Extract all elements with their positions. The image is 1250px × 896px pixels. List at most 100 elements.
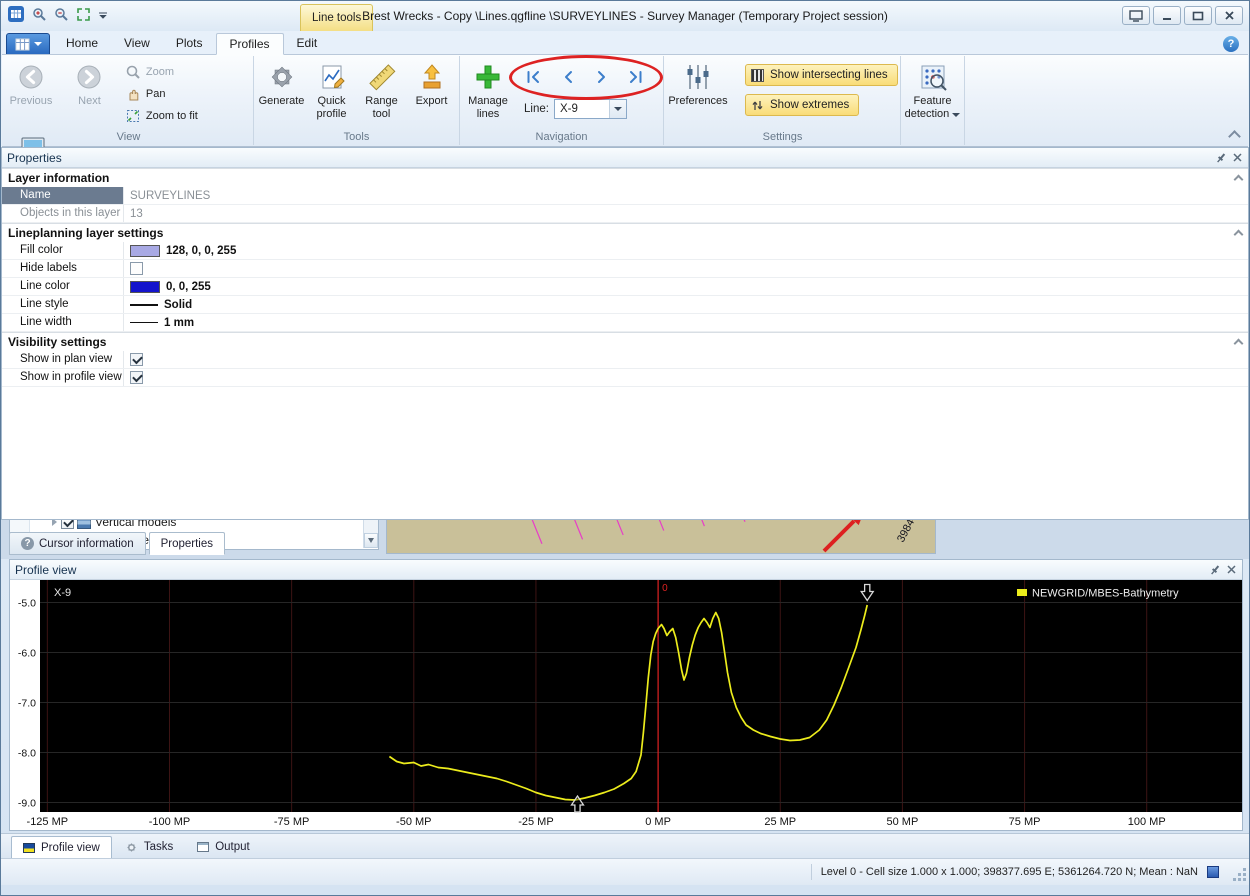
property-value[interactable]: SURVEYLINES xyxy=(124,187,1248,204)
next-button[interactable]: Next xyxy=(62,58,116,128)
property-value[interactable]: 1 mm xyxy=(124,314,1248,331)
property-row[interactable]: Line styleSolid xyxy=(2,296,1248,314)
next-line-button[interactable] xyxy=(588,64,615,89)
property-value[interactable] xyxy=(124,260,1248,277)
ruler-icon xyxy=(366,61,398,93)
property-row[interactable]: Fill color128, 0, 0, 255 xyxy=(2,242,1248,260)
previous-line-button[interactable] xyxy=(554,64,581,89)
toolbar-options-icon[interactable] xyxy=(98,9,108,19)
close-icon[interactable] xyxy=(1226,564,1237,575)
preferences-button[interactable]: Preferences xyxy=(665,58,731,128)
zoom-button[interactable]: Zoom xyxy=(121,62,203,81)
show-intersecting-lines-toggle[interactable]: Show intersecting lines xyxy=(745,64,898,86)
pan-label: Pan xyxy=(146,88,166,100)
tab-properties[interactable]: Properties xyxy=(149,532,225,555)
tab-edit[interactable]: Edit xyxy=(284,33,331,55)
properties-tab-label: Properties xyxy=(161,538,213,550)
property-row[interactable]: Line color0, 0, 255 xyxy=(2,278,1248,296)
pin-icon[interactable] xyxy=(1210,564,1221,576)
section-title: Lineplanning layer settings xyxy=(8,226,163,240)
maximize-button[interactable] xyxy=(1184,6,1212,25)
gear-icon xyxy=(266,61,298,93)
x-axis-tick-label: 50 MP xyxy=(887,816,919,828)
resize-grip[interactable] xyxy=(1232,867,1246,881)
property-row[interactable]: Show in profile view xyxy=(2,369,1248,387)
section-header[interactable]: Lineplanning layer settings xyxy=(2,223,1248,242)
pin-icon[interactable] xyxy=(1216,152,1227,164)
ribbon: Previous Next Zoom Pan xyxy=(2,54,1248,147)
property-value[interactable]: Solid xyxy=(124,296,1248,313)
minimize-button[interactable] xyxy=(1153,6,1181,25)
fit-view-icon[interactable] xyxy=(76,7,91,22)
tab-profiles[interactable]: Profiles xyxy=(216,33,284,55)
checkbox[interactable] xyxy=(130,353,143,366)
close-button[interactable] xyxy=(1215,6,1243,25)
property-label: Show in plan view xyxy=(2,351,124,368)
tab-output[interactable]: Output xyxy=(186,836,261,858)
chart-plot-area[interactable] xyxy=(40,580,1242,812)
line-combobox[interactable]: X-9 xyxy=(554,99,627,119)
show-extremes-toggle[interactable]: Show extremes xyxy=(745,94,859,116)
tasks-gear-icon xyxy=(125,841,138,854)
help-icon[interactable]: ? xyxy=(1223,36,1239,52)
tab-cursor-information[interactable]: ? Cursor information xyxy=(9,532,146,555)
properties-grid: Layer informationNameSURVEYLINESObjects … xyxy=(2,168,1248,387)
property-value[interactable]: 13 xyxy=(124,205,1248,222)
first-line-button[interactable] xyxy=(520,64,547,89)
group-label-navigation: Navigation xyxy=(460,131,663,143)
tab-tasks[interactable]: Tasks xyxy=(114,836,184,858)
ribbon-tab-row: Home View Plots Profiles Edit ? xyxy=(1,31,1249,55)
generate-button[interactable]: Generate xyxy=(257,58,307,128)
ribbon-collapse-icon[interactable] xyxy=(1228,130,1241,143)
presentation-mode-button[interactable] xyxy=(1122,6,1150,25)
property-value[interactable]: 128, 0, 0, 255 xyxy=(124,242,1248,259)
chevron-down-icon xyxy=(952,113,960,117)
tab-plots[interactable]: Plots xyxy=(163,33,216,55)
export-label: Export xyxy=(416,95,448,108)
contextual-tab-line-tools[interactable]: Line tools xyxy=(300,4,373,31)
sliders-icon xyxy=(682,61,714,93)
zoom-in-icon[interactable] xyxy=(32,7,47,22)
status-text: Level 0 - Cell size 1.000 x 1.000; 39837… xyxy=(821,866,1198,878)
property-row[interactable]: NameSURVEYLINES xyxy=(2,187,1248,205)
profile-view-icon xyxy=(23,843,35,853)
checkbox[interactable] xyxy=(130,262,143,275)
profile-chart[interactable]: 0-125 MP-100 MP-75 MP-50 MP-25 MP0 MP25 … xyxy=(10,580,1242,830)
tab-home[interactable]: Home xyxy=(53,33,111,55)
file-menu-button[interactable] xyxy=(6,33,50,55)
property-row[interactable]: Show in plan view xyxy=(2,351,1248,369)
quick-profile-button[interactable]: Quick profile xyxy=(307,58,357,128)
section-header[interactable]: Layer information xyxy=(2,168,1248,187)
output-window-icon xyxy=(197,842,209,852)
x-axis-tick-label: -75 MP xyxy=(274,816,309,828)
property-value[interactable] xyxy=(124,351,1248,368)
x-axis-tick-label: -25 MP xyxy=(518,816,553,828)
tab-profile-view[interactable]: Profile view xyxy=(11,836,112,858)
property-value[interactable] xyxy=(124,369,1248,386)
green-plus-icon xyxy=(472,61,504,93)
zoom-out-icon[interactable] xyxy=(54,7,69,22)
property-row[interactable]: Objects in this layer13 xyxy=(2,205,1248,223)
zoom-to-fit-button[interactable]: Zoom to fit xyxy=(121,106,203,125)
scroll-down-button[interactable] xyxy=(364,533,378,548)
tab-view[interactable]: View xyxy=(111,33,163,55)
checkbox[interactable] xyxy=(130,371,143,384)
feature-detection-button[interactable]: Feature detection xyxy=(902,58,964,128)
export-button[interactable]: Export xyxy=(407,58,457,128)
previous-button[interactable]: Previous xyxy=(4,58,58,128)
file-menu-arrow-icon xyxy=(34,42,42,46)
property-value[interactable]: 0, 0, 255 xyxy=(124,278,1248,295)
range-tool-button[interactable]: Range tool xyxy=(357,58,407,128)
last-line-button[interactable] xyxy=(622,64,649,89)
app-icon[interactable] xyxy=(7,5,25,23)
combobox-dropdown-button[interactable] xyxy=(609,100,626,118)
section-header[interactable]: Visibility settings xyxy=(2,332,1248,351)
group-label-tools: Tools xyxy=(254,131,459,143)
property-row[interactable]: Hide labels xyxy=(2,260,1248,278)
pan-button[interactable]: Pan xyxy=(121,84,203,103)
property-value-text: SURVEYLINES xyxy=(130,190,210,202)
close-icon[interactable] xyxy=(1232,152,1243,163)
manage-lines-button[interactable]: Manage lines xyxy=(460,58,516,128)
chevron-up-icon xyxy=(1234,339,1244,349)
property-row[interactable]: Line width1 mm xyxy=(2,314,1248,332)
